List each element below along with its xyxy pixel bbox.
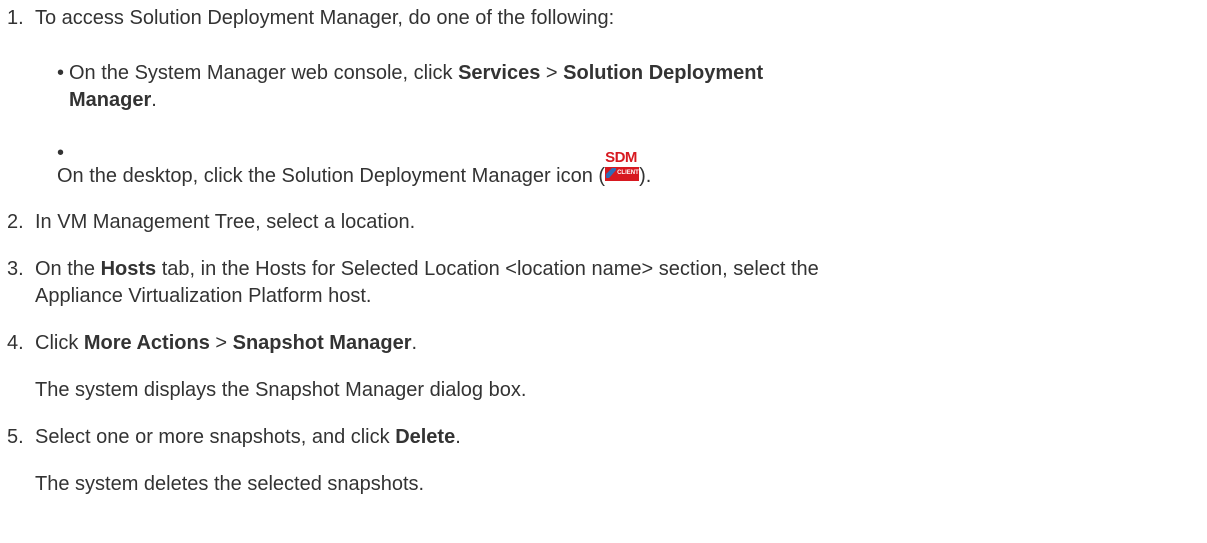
step-text: Appliance Virtualization Platform host. <box>35 285 372 307</box>
more-actions-label: More Actions <box>83 332 210 354</box>
menu-solution-deployment: Solution Deployment <box>563 62 764 84</box>
step-number: 3. <box>7 258 24 280</box>
step-5: 5. Select one or more snapshots, and cli… <box>7 424 1187 451</box>
step-number: 1. <box>7 7 24 29</box>
substep-text: On the desktop, click the Solution Deplo… <box>57 165 606 187</box>
procedure-page: 1. To access Solution Deployment Manager… <box>0 0 1207 543</box>
step-text: tab, in the Hosts for Selected Location … <box>156 258 819 280</box>
menu-separator: > <box>540 62 564 84</box>
step-4: 4. Click More Actions > Snapshot Manager… <box>7 330 1187 357</box>
step-5-result: The system deletes the selected snapshot… <box>35 473 425 495</box>
sdm-client-icon: SDM CLIENT <box>605 150 640 187</box>
menu-separator: > <box>209 332 233 354</box>
step-text: On the <box>35 258 101 280</box>
menu-services: Services <box>458 62 541 84</box>
bullet: • <box>57 62 65 84</box>
step-1: 1. To access Solution Deployment Manager… <box>7 5 1187 32</box>
step-text: In VM Management Tree, select a location… <box>35 211 416 233</box>
step-3: 3. On the Hosts tab, in the Hosts for Se… <box>7 256 1187 310</box>
step-text: To access Solution Deployment Manager, d… <box>35 7 615 29</box>
period: . <box>455 426 461 448</box>
substep-end: ). <box>639 165 652 187</box>
step-number: 2. <box>7 211 24 233</box>
step-2: 2. In VM Management Tree, select a locat… <box>7 209 1187 236</box>
period: . <box>411 332 418 354</box>
step-text: Select one or more snapshots, and click <box>35 426 396 448</box>
period: . <box>151 89 157 111</box>
sdm-label: SDM <box>605 149 637 166</box>
step-text: Click <box>35 332 84 354</box>
delete-label: Delete <box>395 426 456 448</box>
step-number: 4. <box>7 332 24 354</box>
substep-1: • On the System Manager web console, cli… <box>57 60 1167 114</box>
step-number: 5. <box>7 426 24 448</box>
step-4-result: The system displays the Snapshot Manager… <box>35 379 527 401</box>
substep-text: On the System Manager web console, click <box>69 62 459 84</box>
sdm-sublabel: CLIENT <box>617 170 639 176</box>
substep-2: On the desktop, click the Solution Deplo… <box>57 150 1167 190</box>
hosts-tab-label: Hosts <box>100 258 157 280</box>
snapshot-manager-label: Snapshot Manager <box>232 332 412 354</box>
menu-manager: Manager <box>69 89 152 111</box>
